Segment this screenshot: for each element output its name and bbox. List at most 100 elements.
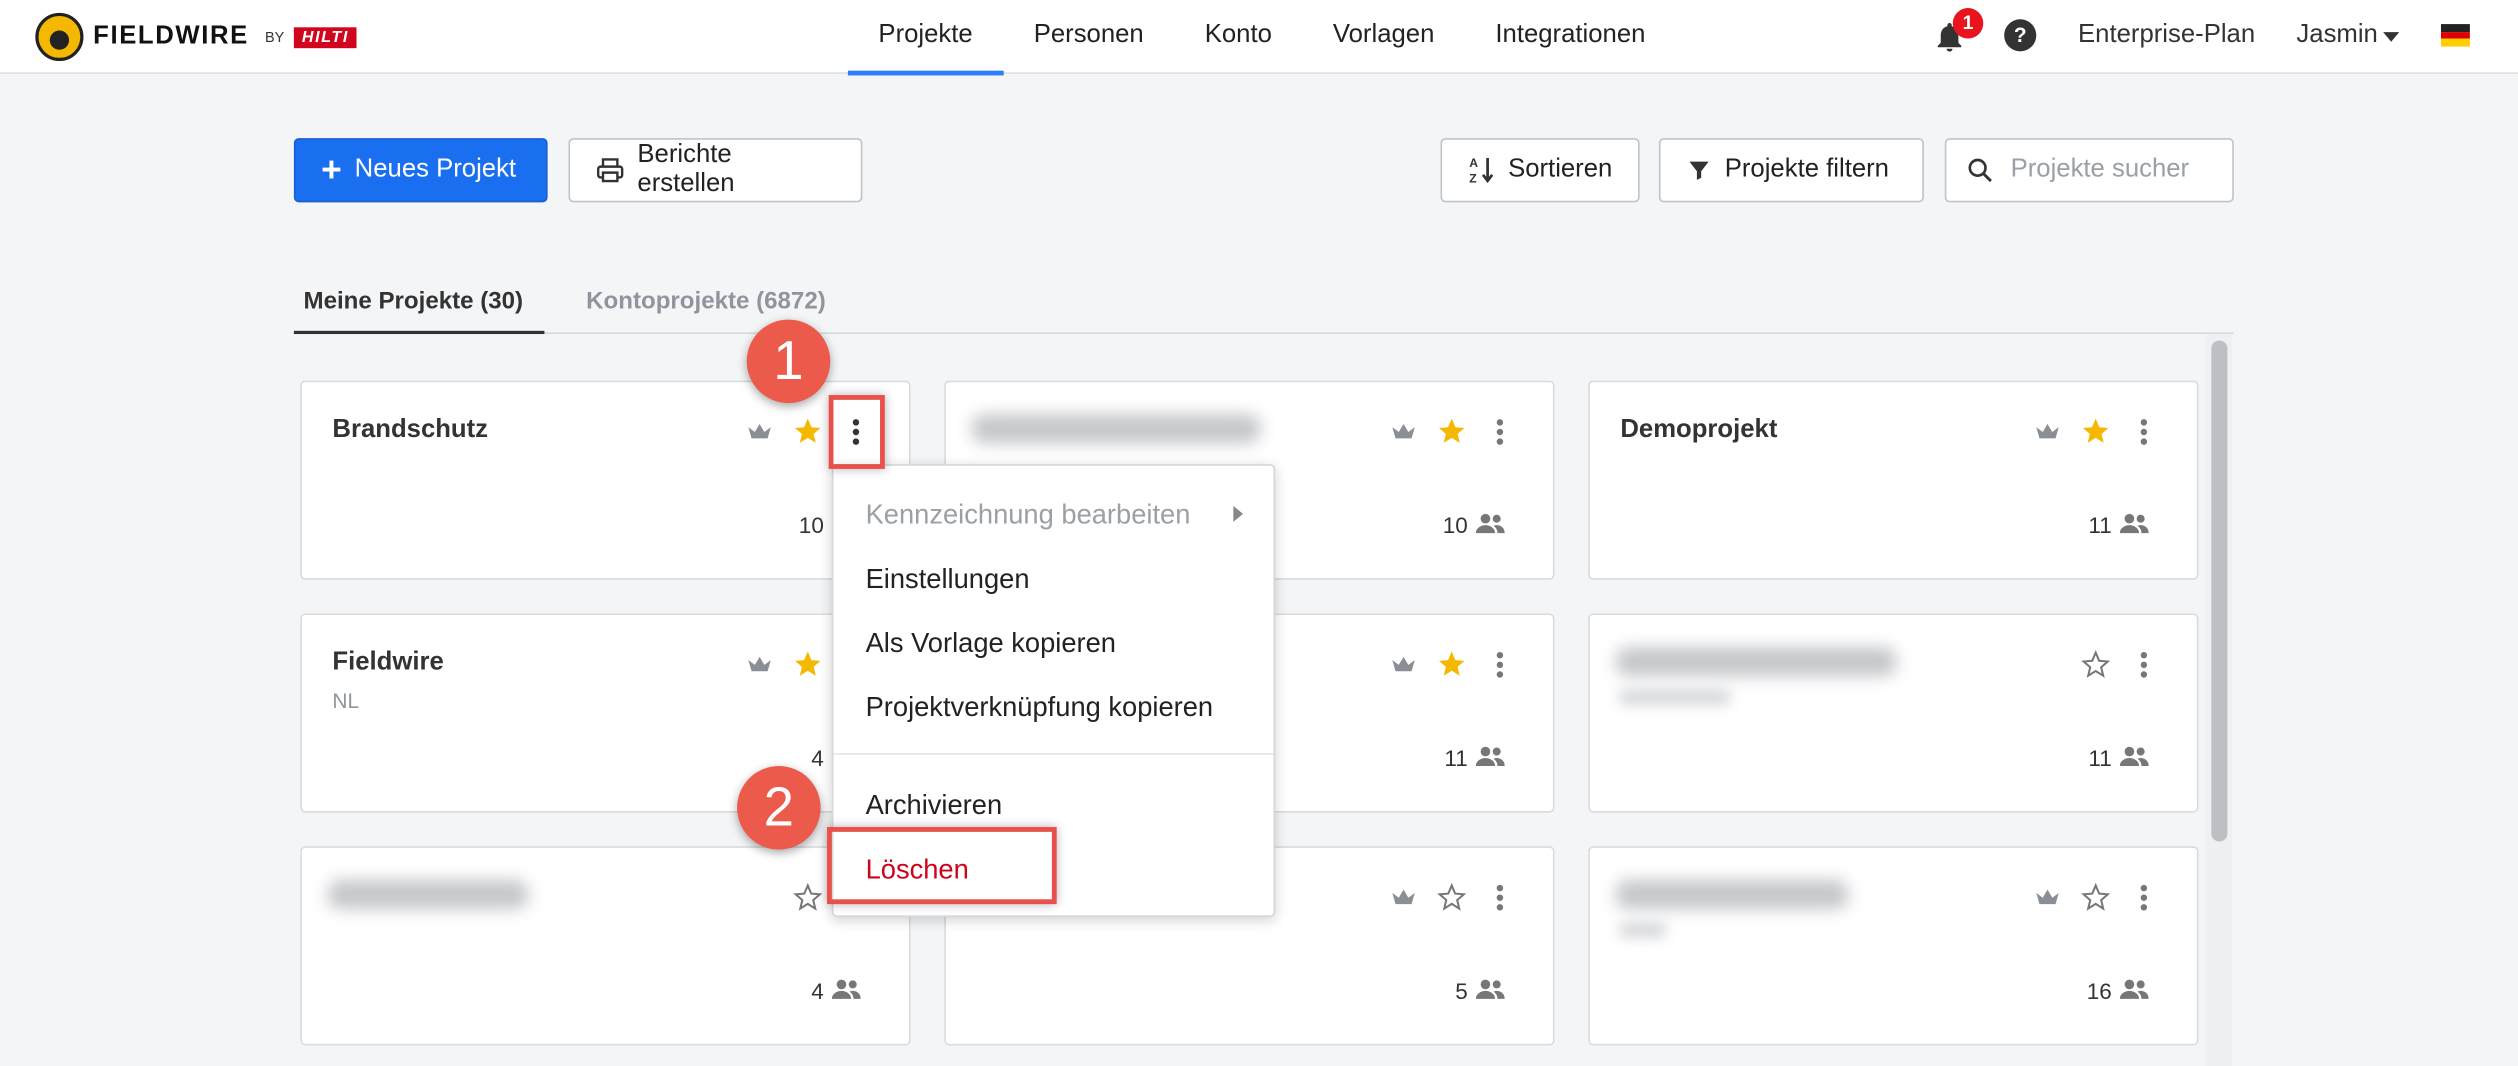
star-filled-icon[interactable] — [2080, 416, 2112, 447]
menu-archive[interactable]: Archivieren — [866, 790, 1003, 822]
search-input[interactable] — [2010, 155, 2220, 185]
star-filled-icon[interactable] — [1436, 416, 1468, 447]
star-filled-icon[interactable] — [1436, 649, 1468, 680]
blurred-project-subtitle — [1618, 688, 1732, 705]
nav-personen[interactable]: Personen — [1003, 0, 1174, 74]
crown-icon — [748, 656, 771, 673]
member-count: 10 — [798, 512, 824, 538]
people-icon — [1475, 746, 1505, 767]
highlight-more-options — [828, 395, 885, 469]
more-options-icon[interactable] — [1495, 416, 1505, 448]
new-project-button[interactable]: + Neues Projekt — [293, 138, 548, 203]
new-project-label: Neues Projekt — [354, 155, 517, 184]
menu-edit-label[interactable]: Kennzeichnung bearbeiten — [866, 499, 1191, 531]
crown-icon — [2036, 423, 2059, 441]
people-icon — [1475, 979, 1505, 999]
member-count: 11 — [2088, 512, 2112, 538]
user-menu[interactable]: Jasmin — [2296, 21, 2377, 50]
logo-by-text: BY — [264, 28, 285, 45]
menu-copy-project-link[interactable]: Projektverknüpfung kopieren — [866, 692, 1214, 724]
logo-wordmark: FIELDWIRE — [93, 22, 249, 50]
app-root: FIELDWIRE BY HILTI Projekte Personen Kon… — [0, 0, 2518, 1066]
nav-konto[interactable]: Konto — [1174, 0, 1302, 74]
more-options-icon[interactable] — [1495, 882, 1505, 914]
sort-button[interactable]: A Z Sortieren — [1440, 138, 1640, 203]
star-outline-icon[interactable] — [2080, 882, 2112, 913]
notification-badge: 1 — [1952, 8, 1984, 39]
star-outline-icon[interactable] — [792, 882, 824, 913]
nav-projekte[interactable]: Projekte — [847, 0, 1003, 76]
project-subtitle: NL — [332, 688, 360, 714]
svg-text:Z: Z — [1469, 171, 1477, 185]
crown-icon — [1392, 889, 1415, 906]
crown-icon — [748, 423, 771, 441]
filter-projects-button[interactable]: Projekte filtern — [1658, 138, 1924, 203]
project-title: Demoprojekt — [1620, 415, 1778, 444]
scrollbar-thumb[interactable] — [2211, 340, 2228, 842]
menu-divider — [833, 753, 1274, 755]
menu-copy-as-template[interactable]: Als Vorlage kopieren — [866, 628, 1116, 660]
star-filled-icon[interactable] — [792, 416, 824, 447]
member-count: 16 — [2086, 977, 2112, 1004]
caret-down-icon[interactable] — [2383, 32, 2400, 42]
people-icon — [2119, 979, 2149, 999]
more-options-icon[interactable] — [1495, 649, 1505, 681]
project-card[interactable]: 11 — [1588, 613, 2199, 813]
member-count: 4 — [811, 977, 824, 1004]
project-card[interactable]: 4 — [300, 846, 911, 1046]
sort-az-icon: A Z — [1469, 156, 1494, 185]
filter-icon — [1689, 161, 1709, 180]
step-marker-2: 2 — [737, 766, 821, 850]
plus-icon: + — [321, 149, 342, 190]
nav-vorlagen[interactable]: Vorlagen — [1302, 0, 1464, 74]
top-navigation-bar: FIELDWIRE BY HILTI Projekte Personen Kon… — [0, 0, 2518, 76]
people-icon — [2119, 513, 2149, 534]
filter-projects-label: Projekte filtern — [1724, 155, 1889, 184]
create-reports-button[interactable]: Berichte erstellen — [568, 138, 863, 203]
menu-settings[interactable]: Einstellungen — [866, 564, 1030, 596]
project-card[interactable]: Brandschutz 10 — [300, 380, 911, 580]
sort-label: Sortieren — [1508, 155, 1613, 184]
project-card[interactable]: Fieldwire NL 4 — [300, 613, 911, 813]
project-card[interactable]: 16 — [1588, 846, 2199, 1046]
member-count: 10 — [1442, 512, 1468, 538]
star-filled-icon[interactable] — [792, 649, 824, 680]
main-nav: Projekte Personen Konto Vorlagen Integra… — [847, 0, 1676, 76]
german-flag-icon[interactable] — [2440, 24, 2470, 47]
people-icon — [1475, 513, 1505, 534]
project-search[interactable] — [1944, 138, 2234, 203]
crown-icon — [1392, 656, 1415, 673]
more-options-icon[interactable] — [2139, 416, 2149, 448]
tab-my-projects[interactable]: Meine Projekte (30) — [293, 287, 545, 335]
project-card[interactable]: Demoprojekt 11 — [1588, 380, 2199, 580]
member-count: 11 — [2088, 745, 2112, 771]
blurred-project-subtitle — [1618, 921, 1667, 938]
step-marker-1: 1 — [746, 319, 831, 404]
crown-icon — [2036, 889, 2059, 906]
crown-icon — [1392, 423, 1415, 441]
blurred-project-title — [1615, 647, 1897, 677]
highlight-delete-option — [827, 827, 1057, 905]
project-tabs: Meine Projekte (30) Kontoprojekte (6872) — [293, 276, 2234, 335]
fieldwire-logo[interactable]: FIELDWIRE BY HILTI — [35, 12, 357, 62]
more-options-icon[interactable] — [2139, 882, 2149, 914]
more-options-icon[interactable] — [2139, 649, 2149, 681]
create-reports-label: Berichte erstellen — [637, 141, 735, 198]
star-outline-icon[interactable] — [1436, 882, 1468, 913]
fieldwire-logo-icon — [35, 12, 84, 62]
people-icon — [831, 979, 861, 999]
member-count: 5 — [1455, 977, 1468, 1004]
printer-icon — [596, 158, 624, 183]
star-outline-icon[interactable] — [2080, 649, 2112, 680]
submenu-arrow-icon — [1233, 505, 1243, 522]
project-title: Brandschutz — [332, 415, 489, 444]
blurred-project-title — [971, 414, 1261, 444]
search-icon — [1968, 158, 1992, 183]
hilti-logo: HILTI — [293, 26, 357, 48]
project-title: Fieldwire — [332, 648, 444, 677]
plan-link[interactable]: Enterprise-Plan — [2078, 21, 2255, 50]
blurred-project-title — [327, 880, 529, 909]
nav-integrationen[interactable]: Integrationen — [1465, 0, 1676, 74]
help-icon[interactable]: ? — [2004, 19, 2037, 52]
people-icon — [2119, 746, 2149, 767]
